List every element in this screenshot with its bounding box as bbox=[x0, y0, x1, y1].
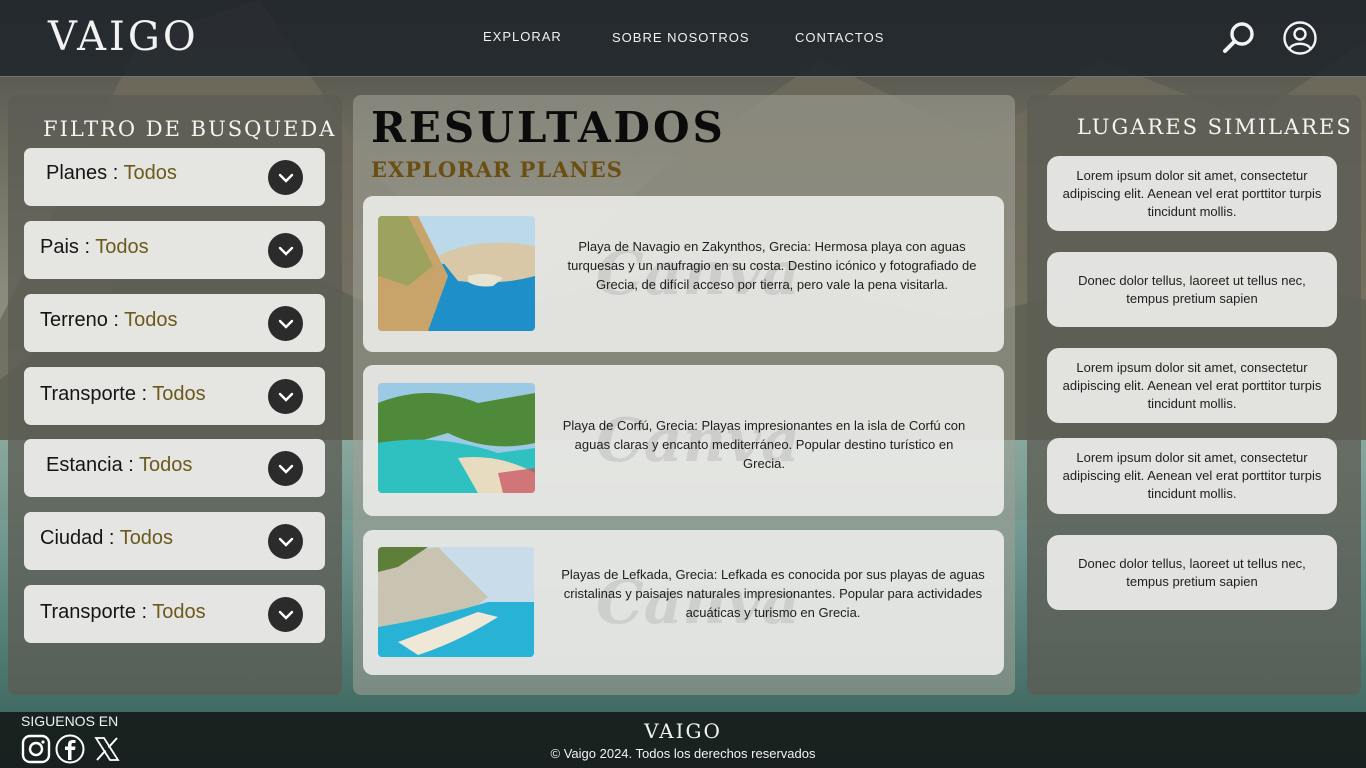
similar-place-card[interactable]: Donec dolor tellus, laoreet ut tellus ne… bbox=[1047, 252, 1337, 327]
result-image-lefkada[interactable] bbox=[378, 547, 534, 657]
filter-label: Planes : bbox=[46, 162, 124, 184]
chevron-down-icon[interactable] bbox=[268, 597, 303, 632]
search-icon bbox=[1223, 22, 1254, 53]
user-icon bbox=[1283, 21, 1317, 55]
similar-place-card[interactable]: Donec dolor tellus, laoreet ut tellus ne… bbox=[1047, 535, 1337, 610]
filter-label: Pais : bbox=[40, 236, 96, 258]
filter-value: Todos bbox=[123, 162, 177, 184]
result-card-corfu[interactable]: Canva Playa de Corfú, Grecia: Playas imp… bbox=[363, 365, 1004, 516]
chevron-down-icon[interactable] bbox=[268, 524, 303, 559]
filter-ciudad-dropdown[interactable]: Ciudad : Todos bbox=[24, 512, 325, 570]
filter-panel-title: FILTRO DE BUSQUEDA bbox=[43, 117, 337, 141]
filter-terreno-dropdown[interactable]: Terreno : Todos bbox=[24, 294, 325, 352]
filter-value: Todos bbox=[124, 309, 178, 331]
results-panel: RESULTADOS EXPLORAR PLANES Canva Playa d… bbox=[353, 95, 1015, 695]
nav-link-sobre-nosotros[interactable]: SOBRE NOSOTROS bbox=[612, 30, 750, 45]
filter-value: Todos bbox=[152, 383, 206, 405]
similar-place-card[interactable]: Lorem ipsum dolor sit amet, consectetur … bbox=[1047, 348, 1337, 423]
filter-label: Transporte : bbox=[40, 601, 153, 623]
brand-logo[interactable]: VAIGO bbox=[48, 14, 199, 60]
results-title: RESULTADOS bbox=[371, 103, 726, 152]
result-description: Playa de Corfú, Grecia: Playas impresion… bbox=[562, 418, 966, 471]
copyright-text: © Vaigo 2024. Todos los derechos reserva… bbox=[550, 746, 816, 761]
results-subtitle: EXPLORAR PLANES bbox=[371, 157, 623, 182]
similar-place-card[interactable]: Lorem ipsum dolor sit amet, consectetur … bbox=[1047, 438, 1337, 514]
user-account-button[interactable] bbox=[1282, 20, 1318, 60]
nav-link-explorar[interactable]: EXPLORAR bbox=[483, 29, 562, 44]
similar-place-card[interactable]: Lorem ipsum dolor sit amet, consectetur … bbox=[1047, 156, 1337, 231]
filter-value: Todos bbox=[95, 236, 149, 258]
similar-place-text: Donec dolor tellus, laoreet ut tellus ne… bbox=[1078, 272, 1306, 306]
filter-value: Todos bbox=[119, 527, 174, 549]
result-card-navagio[interactable]: Canva Playa de Navagio en Zakynthos, Gre… bbox=[363, 196, 1004, 352]
result-image-corfu[interactable] bbox=[378, 383, 535, 493]
result-image-navagio[interactable] bbox=[378, 216, 535, 331]
search-button[interactable] bbox=[1221, 20, 1257, 60]
similar-panel-title: LUGARES SIMILARES bbox=[1077, 115, 1353, 139]
footer: SIGUENOS EN VAIGO © Vaigo 2024. Todos lo… bbox=[0, 712, 1366, 768]
filter-label: Transporte : bbox=[40, 383, 153, 405]
filter-label: Terreno : bbox=[40, 309, 125, 331]
filter-transporte-dropdown[interactable]: Transporte : Todos bbox=[24, 367, 325, 425]
similar-place-text: Lorem ipsum dolor sit amet, consectetur … bbox=[1062, 167, 1322, 219]
nav-link-contactos[interactable]: CONTACTOS bbox=[795, 30, 884, 45]
similar-places-panel: LUGARES SIMILARES Lorem ipsum dolor sit … bbox=[1027, 95, 1361, 695]
similar-place-text: Lorem ipsum dolor sit amet, consectetur … bbox=[1062, 359, 1322, 411]
filter-estancia-dropdown[interactable]: Estancia : Todos bbox=[24, 439, 325, 497]
filter-panel: FILTRO DE BUSQUEDA Planes : Todos Pais :… bbox=[8, 95, 342, 695]
chevron-down-icon[interactable] bbox=[268, 451, 303, 486]
filter-transporte-2-dropdown[interactable]: Transporte : Todos bbox=[24, 585, 325, 643]
chevron-down-icon[interactable] bbox=[268, 379, 303, 414]
top-navigation-bar: VAIGO EXPLORAR SOBRE NOSOTROS CONTACTOS bbox=[0, 0, 1366, 77]
filter-label: Ciudad : bbox=[40, 527, 120, 549]
similar-place-text: Lorem ipsum dolor sit amet, consectetur … bbox=[1062, 450, 1322, 501]
filter-planes-dropdown[interactable]: Planes : Todos bbox=[24, 148, 325, 206]
filter-label: Estancia : bbox=[46, 454, 140, 476]
chevron-down-icon[interactable] bbox=[268, 233, 303, 268]
chevron-down-icon[interactable] bbox=[268, 306, 303, 341]
filter-value: Todos bbox=[139, 454, 193, 476]
result-card-lefkada[interactable]: Canva Playas de Lefkada, Grecia: Lefkada… bbox=[363, 530, 1004, 675]
similar-place-text: Donec dolor tellus, laoreet ut tellus ne… bbox=[1078, 555, 1306, 589]
result-description: Playas de Lefkada, Grecia: Lefkada es co… bbox=[561, 567, 985, 620]
chevron-down-icon[interactable] bbox=[268, 160, 303, 195]
filter-pais-dropdown[interactable]: Pais : Todos bbox=[24, 221, 325, 279]
result-description: Playa de Navagio en Zakynthos, Grecia: H… bbox=[567, 239, 977, 292]
filter-value: Todos bbox=[152, 601, 206, 623]
footer-brand-logo[interactable]: VAIGO bbox=[0, 719, 1366, 743]
